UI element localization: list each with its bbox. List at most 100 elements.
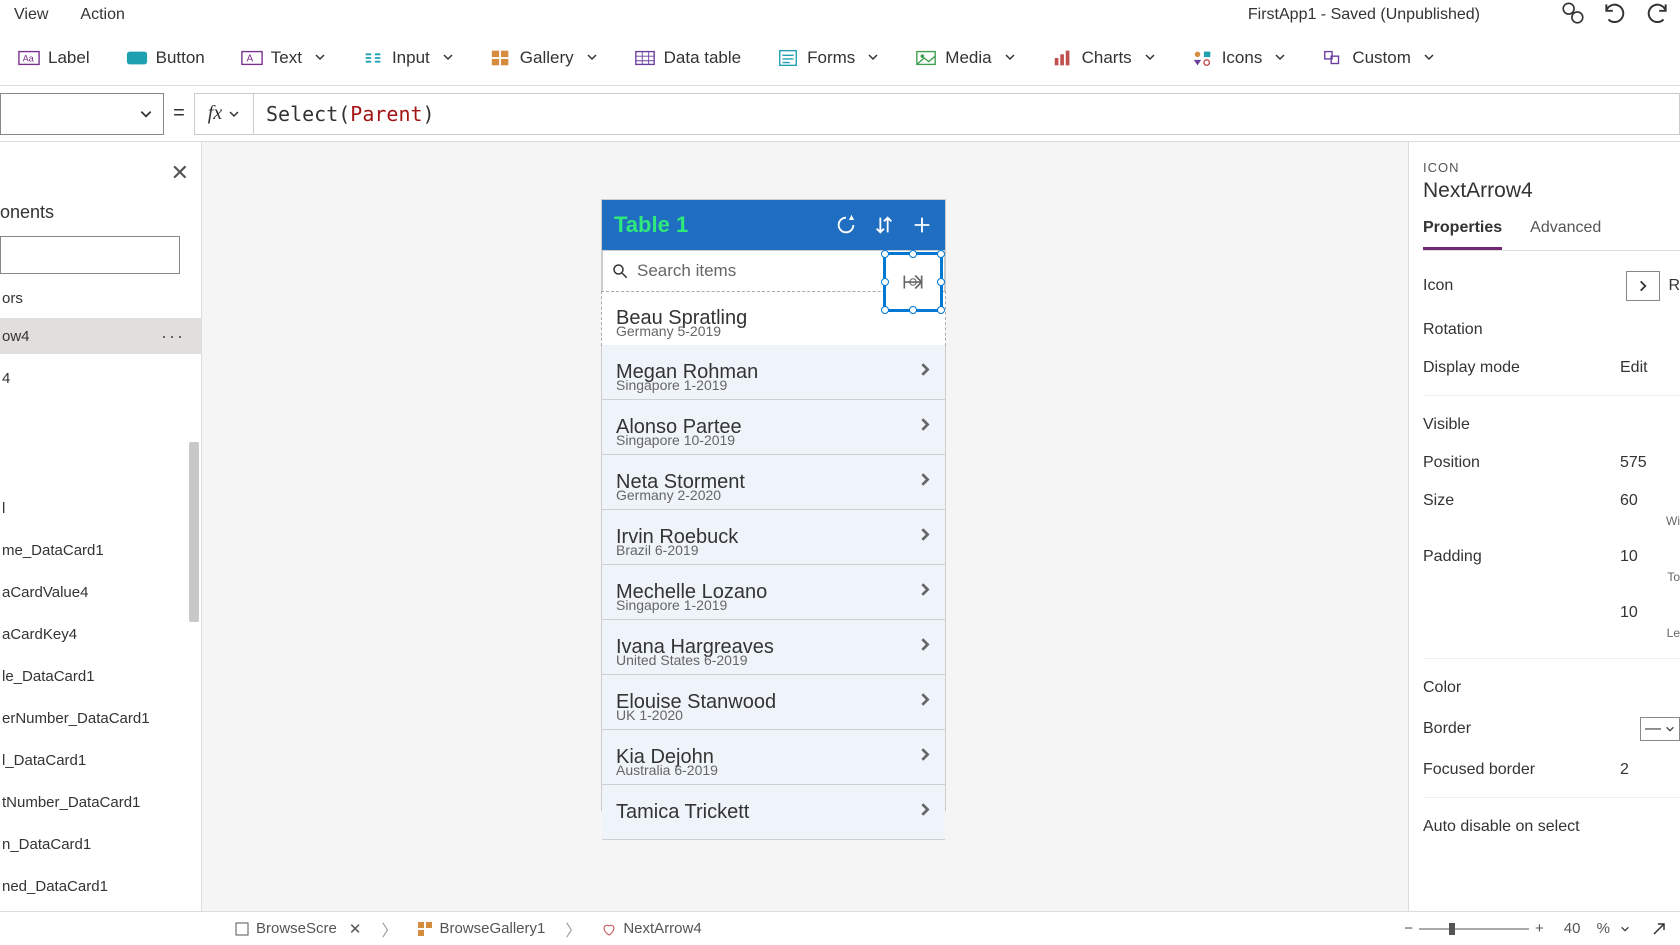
control-name[interactable]: NextArrow4: [1423, 179, 1680, 203]
insert-label[interactable]: Aa Label: [0, 30, 108, 85]
zoom-value[interactable]: 40 %: [1564, 920, 1630, 937]
list-item-subtitle: Brazil 6-2019: [616, 542, 699, 558]
control-type-label: ICON: [1423, 160, 1680, 175]
prop-focused-border-value[interactable]: 2: [1620, 761, 1680, 779]
tree-item[interactable]: aCardValue4: [0, 574, 201, 610]
formula-input[interactable]: Select(Parent): [254, 93, 1680, 135]
tree-item[interactable]: tNumber_DataCard1: [0, 784, 201, 820]
properties-panel: ICON NextArrow4 Properties Advanced Icon…: [1408, 142, 1680, 911]
insert-datatable[interactable]: Data table: [616, 30, 760, 85]
list-item[interactable]: Megan RohmanSingapore 1-2019: [602, 345, 945, 400]
insert-forms[interactable]: Forms: [759, 30, 897, 85]
tree-item[interactable]: l_DataCard1: [0, 742, 201, 778]
tree-item[interactable]: me_DataCard1: [0, 532, 201, 568]
refresh-icon[interactable]: [835, 214, 857, 236]
insert-charts[interactable]: Charts: [1034, 30, 1174, 85]
prop-padding-left[interactable]: 10: [1620, 604, 1680, 622]
chevron-right-icon[interactable]: [917, 582, 933, 603]
tree-search-input[interactable]: [0, 236, 180, 274]
list-item[interactable]: Mechelle LozanoSingapore 1-2019: [602, 565, 945, 620]
undo-icon[interactable]: [1602, 0, 1628, 31]
prop-border-value[interactable]: —: [1640, 717, 1680, 741]
tab-properties[interactable]: Properties: [1423, 219, 1502, 250]
sort-icon[interactable]: [873, 214, 895, 236]
list-item[interactable]: Alonso ParteeSingapore 10-2019: [602, 400, 945, 455]
prop-icon-chevron[interactable]: [1626, 271, 1660, 301]
chevron-right-icon[interactable]: [917, 472, 933, 493]
prop-padding-label: Padding: [1423, 548, 1620, 566]
list-item[interactable]: Kia DejohnAustralia 6-2019: [602, 730, 945, 785]
tab-advanced[interactable]: Advanced: [1530, 219, 1601, 250]
insert-media[interactable]: Media: [897, 30, 1033, 85]
list-item-subtitle: UK 1-2020: [616, 707, 683, 723]
tree-item[interactable]: aCardKey4: [0, 616, 201, 652]
list-item-subtitle: Singapore 10-2019: [616, 432, 735, 448]
tree-item[interactable]: 4: [0, 360, 201, 396]
prop-padding-top[interactable]: 10: [1620, 548, 1680, 566]
breadcrumb-gallery[interactable]: BrowseGallery1: [417, 920, 545, 937]
insert-text[interactable]: A Text: [223, 30, 344, 85]
prop-position-x[interactable]: 575: [1620, 454, 1680, 472]
tree-item-label: ow4: [2, 328, 30, 345]
tree-item[interactable]: l: [0, 490, 201, 526]
breadcrumb-nextarrow[interactable]: NextArrow4: [601, 920, 701, 937]
insert-input-text: Input: [392, 48, 430, 68]
popout-icon[interactable]: [1650, 920, 1668, 938]
fx-button[interactable]: fx: [194, 93, 254, 135]
prop-visible-label: Visible: [1423, 416, 1680, 434]
chevron-right-icon[interactable]: [917, 747, 933, 768]
app-header: Table 1: [602, 200, 945, 250]
chevron-right-icon[interactable]: [917, 527, 933, 548]
tree-item[interactable]: n_DataCard1: [0, 826, 201, 862]
close-icon[interactable]: ✕: [171, 160, 189, 186]
insert-input[interactable]: Input: [344, 30, 472, 85]
tree-item-selected[interactable]: ow4 ···: [0, 318, 201, 354]
insert-gallery-text: Gallery: [520, 48, 574, 68]
list-item-subtitle: Australia 6-2019: [616, 762, 718, 778]
canvas[interactable]: Table 1 Search items Beau SpratlingGerma…: [202, 142, 1408, 911]
insert-button-text: Button: [156, 48, 205, 68]
zoom-slider[interactable]: − +: [1404, 920, 1544, 937]
list-item[interactable]: Ivana HargreavesUnited States 6-2019: [602, 620, 945, 675]
tree-item[interactable]: ned_DataCard1: [0, 868, 201, 904]
selected-nextarrow-control[interactable]: [883, 252, 943, 312]
chevron-down-icon: [867, 48, 879, 68]
add-icon[interactable]: [911, 214, 933, 236]
insert-datatable-text: Data table: [664, 48, 742, 68]
list-item[interactable]: Neta StormentGermany 2-2020: [602, 455, 945, 510]
svg-text:A: A: [246, 53, 253, 64]
chevron-right-icon[interactable]: [917, 802, 933, 823]
prop-size-w[interactable]: 60: [1620, 492, 1680, 510]
menu-action[interactable]: Action: [80, 6, 124, 24]
insert-gallery[interactable]: Gallery: [472, 30, 616, 85]
chevron-right-icon[interactable]: [917, 417, 933, 438]
scrollbar-thumb[interactable]: [189, 442, 199, 622]
insert-button[interactable]: Button: [108, 30, 223, 85]
prop-displaymode-value[interactable]: Edit: [1620, 359, 1680, 377]
tree-item[interactable]: le_DataCard1: [0, 658, 201, 694]
chevron-down-icon: [586, 48, 598, 68]
menu-view[interactable]: View: [14, 6, 48, 24]
list-item[interactable]: Tamica Trickett: [602, 785, 945, 840]
chevron-down-icon: [314, 48, 326, 68]
list-item[interactable]: Elouise StanwoodUK 1-2020: [602, 675, 945, 730]
breadcrumb-gallery-label: BrowseGallery1: [439, 920, 545, 937]
more-icon[interactable]: ···: [161, 326, 185, 347]
chevron-right-icon[interactable]: [917, 637, 933, 658]
list-item[interactable]: Irvin RoebuckBrazil 6-2019: [602, 510, 945, 565]
property-dropdown[interactable]: [0, 93, 164, 135]
redo-icon[interactable]: [1644, 0, 1670, 31]
chevron-right-icon[interactable]: [917, 692, 933, 713]
insert-icons[interactable]: Icons: [1174, 30, 1305, 85]
prop-rotation-label: Rotation: [1423, 321, 1680, 339]
app-checker-icon[interactable]: [1560, 0, 1586, 31]
tree-item[interactable]: ors: [0, 280, 201, 316]
insert-custom[interactable]: Custom: [1304, 30, 1453, 85]
chevron-right-icon[interactable]: [917, 362, 933, 383]
prop-focused-border-label: Focused border: [1423, 761, 1620, 779]
close-icon[interactable]: ✕: [349, 920, 362, 938]
prop-position-label: Position: [1423, 454, 1620, 472]
tree-item[interactable]: erNumber_DataCard1: [0, 700, 201, 736]
breadcrumb-screen[interactable]: BrowseScre ✕: [234, 920, 361, 938]
components-tab[interactable]: onents: [0, 202, 54, 223]
